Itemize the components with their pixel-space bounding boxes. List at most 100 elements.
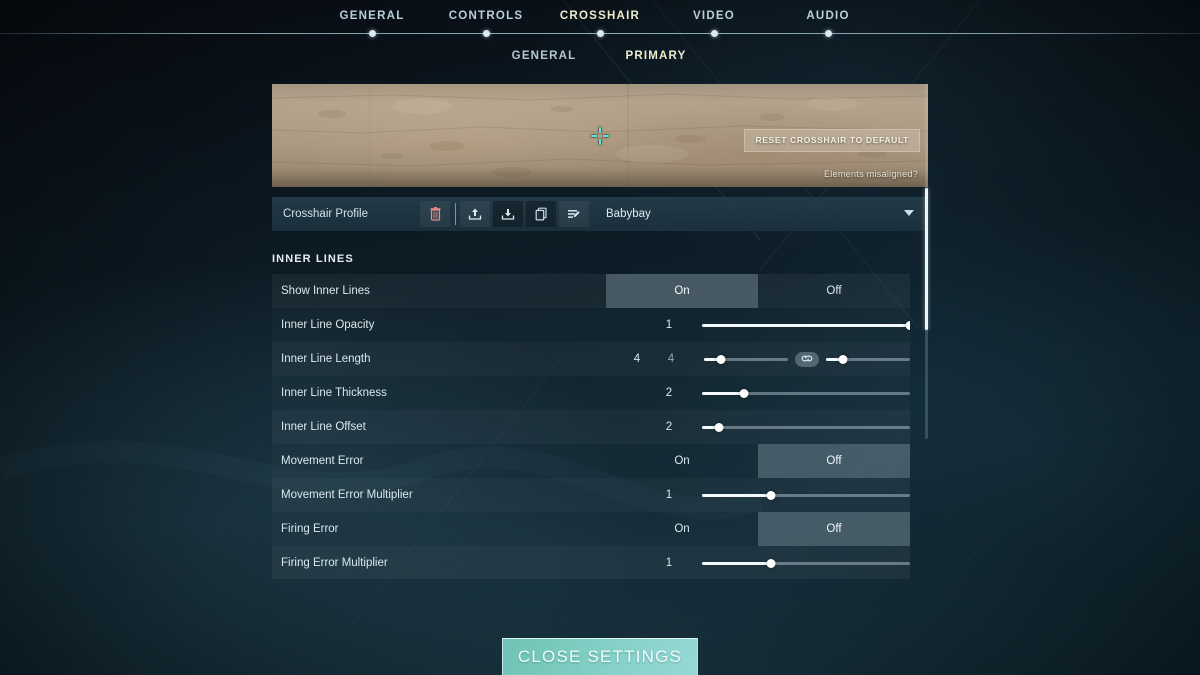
reset-crosshair-button[interactable]: RESET CROSSHAIR TO DEFAULT: [744, 129, 920, 152]
toggle-option-off[interactable]: Off: [758, 274, 910, 308]
crosshair-graphic: [589, 125, 611, 147]
value-slider-b[interactable]: [826, 349, 910, 369]
slider-value-b: 4: [667, 353, 675, 365]
setting-label: Inner Line Length: [281, 353, 371, 365]
import-profile-button[interactable]: [460, 201, 490, 227]
setting-label: Inner Line Opacity: [281, 319, 375, 331]
slider-knob[interactable]: [905, 320, 910, 330]
setting-control: On Off: [606, 444, 910, 478]
footer-bar: CLOSE SETTINGS: [0, 638, 1200, 675]
settings-row: Firing Error Multiplier 1: [272, 546, 910, 579]
slider-value: 1: [665, 489, 673, 501]
value-slider[interactable]: [702, 485, 910, 505]
delete-profile-button[interactable]: [420, 201, 456, 227]
link-sliders-button[interactable]: [795, 351, 819, 367]
nav-tab-dot: [482, 30, 490, 37]
slider-track: [702, 425, 910, 429]
setting-control: 1: [600, 308, 910, 342]
setting-control: 2: [600, 410, 910, 444]
slider-knob[interactable]: [766, 490, 776, 500]
crosshair-preview: RESET CROSSHAIR TO DEFAULT Elements misa…: [272, 84, 928, 187]
nav-tab-video[interactable]: VIDEO: [657, 0, 771, 37]
slider-fill: [702, 323, 910, 327]
profile-action-icons: [420, 197, 592, 231]
setting-control: On Off: [606, 512, 910, 546]
rename-profile-button[interactable]: [559, 201, 589, 227]
primary-navigation: GENERAL CONTROLS CROSSHAIR VIDEO AUDIO: [0, 0, 1200, 37]
toggle-option-off[interactable]: Off: [758, 444, 910, 478]
slider-knob[interactable]: [716, 354, 726, 364]
slider-knob[interactable]: [766, 558, 776, 568]
settings-row: Show Inner Lines On Off: [272, 274, 910, 308]
setting-control: On Off: [606, 274, 910, 308]
settings-row: Firing Error On Off: [272, 512, 910, 546]
nav-tab-label: VIDEO: [692, 10, 736, 22]
nav-tab-dot: [596, 30, 604, 37]
settings-row: Inner Line Opacity 1: [272, 308, 910, 342]
setting-label: Inner Line Offset: [281, 421, 366, 433]
value-slider[interactable]: [702, 417, 910, 437]
trash-icon: [430, 207, 441, 221]
slider-knob[interactable]: [714, 422, 724, 432]
setting-control: 2: [600, 376, 910, 410]
nav-tab-label: AUDIO: [806, 10, 850, 22]
selected-profile-name[interactable]: Babybay: [606, 208, 651, 220]
slider-value: 2: [665, 387, 673, 399]
edit-list-icon: [567, 207, 582, 221]
value-slider[interactable]: [702, 315, 910, 335]
toggle-option-on[interactable]: On: [606, 444, 758, 478]
nav-tab-controls[interactable]: CONTROLS: [429, 0, 543, 37]
download-icon: [501, 207, 515, 221]
value-slider[interactable]: [702, 383, 910, 403]
setting-label: Firing Error: [281, 523, 339, 535]
on-off-toggle: On Off: [606, 512, 910, 546]
subnav-tab-general[interactable]: GENERAL: [488, 50, 600, 62]
crosshair-profile-label: Crosshair Profile: [283, 208, 368, 220]
setting-label: Firing Error Multiplier: [281, 557, 388, 569]
nav-tab-crosshair[interactable]: CROSSHAIR: [543, 0, 657, 37]
copy-icon: [535, 207, 548, 221]
slider-knob[interactable]: [739, 388, 749, 398]
secondary-navigation: GENERAL PRIMARY: [0, 50, 1200, 62]
settings-row: Inner Line Thickness 2: [272, 376, 910, 410]
setting-control: 1: [600, 546, 910, 579]
slider-fill: [702, 391, 744, 395]
close-settings-button[interactable]: CLOSE SETTINGS: [502, 638, 698, 675]
copy-profile-button[interactable]: [526, 201, 556, 227]
dual-slider-group: [704, 349, 910, 369]
toggle-option-off[interactable]: Off: [758, 512, 910, 546]
settings-rows: Show Inner Lines On Off Inner Line Opacity 1…: [272, 274, 910, 579]
nav-tab-label: CONTROLS: [448, 10, 524, 22]
value-slider[interactable]: [702, 553, 910, 573]
settings-row: Inner Line Length 4 4: [272, 342, 910, 376]
crosshair-line-bottom: [599, 138, 601, 145]
elements-misaligned-link[interactable]: Elements misaligned?: [824, 169, 918, 179]
nav-tab-audio[interactable]: AUDIO: [771, 0, 885, 37]
slider-fill: [702, 493, 771, 497]
settings-scrollbar[interactable]: [925, 84, 928, 439]
setting-label: Show Inner Lines: [281, 285, 370, 297]
slider-value: 1: [665, 557, 673, 569]
slider-value: 2: [665, 421, 673, 433]
toggle-option-on[interactable]: On: [606, 512, 758, 546]
settings-row: Movement Error Multiplier 1: [272, 478, 910, 512]
chevron-down-icon[interactable]: [904, 210, 914, 216]
crosshair-line-top: [599, 126, 601, 133]
nav-tab-general[interactable]: GENERAL: [315, 0, 429, 37]
section-title: INNER LINES: [272, 253, 354, 265]
nav-tab-dot: [368, 30, 376, 37]
crosshair-profile-bar: Crosshair Profile Babybay: [272, 197, 928, 231]
setting-label: Movement Error: [281, 455, 364, 467]
export-profile-button[interactable]: [493, 201, 523, 227]
crosshair-line-left: [591, 134, 597, 137]
settings-row: Movement Error On Off: [272, 444, 910, 478]
crosshair-line-right: [603, 134, 609, 137]
toggle-option-on[interactable]: On: [606, 274, 758, 308]
slider-knob[interactable]: [838, 354, 848, 364]
subnav-tab-primary[interactable]: PRIMARY: [600, 50, 712, 62]
setting-control: 44: [602, 342, 910, 376]
setting-label: Inner Line Thickness: [281, 387, 387, 399]
scrollbar-thumb[interactable]: [925, 188, 928, 330]
value-slider-a[interactable]: [704, 349, 788, 369]
nav-tab-dot: [710, 30, 718, 37]
